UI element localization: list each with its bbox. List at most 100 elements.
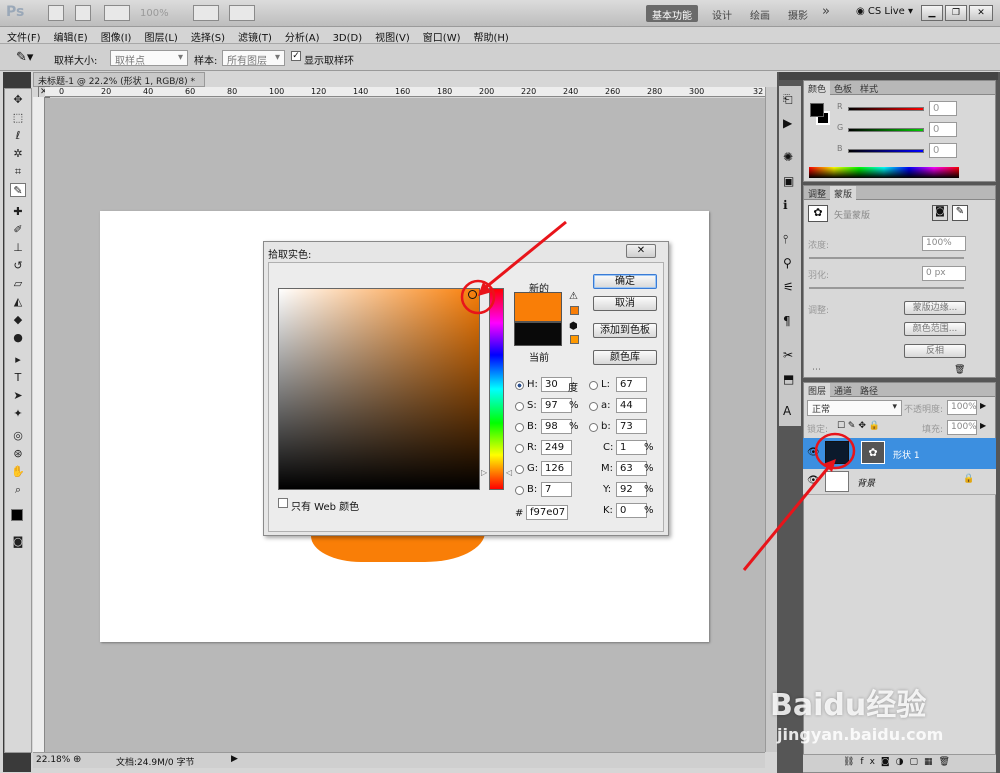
eye-icon[interactable]: 👁 bbox=[807, 447, 820, 458]
menu-filter[interactable]: 滤镜(T) bbox=[231, 27, 278, 44]
lab-l-input[interactable]: 67 bbox=[616, 377, 647, 392]
paragraph-panel-icon[interactable]: ¶ bbox=[783, 314, 791, 328]
hue-radio[interactable] bbox=[515, 381, 524, 390]
green-value[interactable]: 0 bbox=[929, 122, 957, 137]
menu-file[interactable]: 文件(F) bbox=[0, 27, 47, 44]
lab-l-radio[interactable] bbox=[589, 381, 598, 390]
foreground-color-swatch[interactable] bbox=[11, 509, 23, 521]
menu-analysis[interactable]: 分析(A) bbox=[278, 27, 326, 44]
show-ring-checkbox[interactable]: ✓ bbox=[291, 51, 301, 61]
hue-slider-left-arrow[interactable]: ▷ bbox=[481, 468, 487, 477]
lab-b-input[interactable]: 73 bbox=[616, 419, 647, 434]
eyedropper-tool-icon[interactable]: ✎ bbox=[10, 183, 26, 197]
magenta-input[interactable]: 63 bbox=[616, 461, 647, 476]
marquee-tool-icon[interactable]: ⬚ bbox=[10, 111, 26, 125]
lasso-tool-icon[interactable]: ℓ bbox=[10, 129, 26, 143]
hue-slider[interactable] bbox=[489, 288, 504, 490]
color-libraries-button[interactable]: 颜色库 bbox=[593, 350, 657, 365]
document-tab[interactable]: 未标题-1 @ 22.2% (形状 1, RGB/8) * ✕ bbox=[33, 72, 205, 98]
lab-a-radio[interactable] bbox=[589, 402, 598, 411]
tab-color[interactable]: 颜色 bbox=[804, 81, 831, 96]
dialog-close-button[interactable]: ✕ bbox=[626, 244, 656, 258]
lab-a-input[interactable]: 44 bbox=[616, 398, 647, 413]
invert-button[interactable]: 反相 bbox=[904, 344, 966, 358]
status-zoom[interactable]: 22.18% bbox=[36, 755, 70, 765]
paint-bucket-icon[interactable]: ◭ bbox=[10, 295, 26, 309]
fill-value[interactable]: 100% bbox=[947, 420, 977, 435]
direct-select-icon[interactable]: ➤ bbox=[10, 389, 26, 403]
menu-layer[interactable]: 图层(L) bbox=[137, 27, 183, 44]
navigator-panel-icon[interactable]: ▣ bbox=[783, 174, 794, 188]
quick-select-tool-icon[interactable]: ✲ bbox=[10, 147, 26, 161]
green-input[interactable]: 126 bbox=[541, 461, 572, 476]
density-slider[interactable] bbox=[809, 257, 964, 259]
red-slider[interactable] bbox=[848, 107, 924, 111]
color-spectrum-bar[interactable] bbox=[809, 167, 959, 178]
restore-button[interactable]: ❐ bbox=[945, 5, 967, 21]
eyedropper-icon[interactable]: ✎▾ bbox=[16, 50, 33, 65]
3d-panel-icon[interactable]: ✺ bbox=[783, 150, 793, 164]
blue-input[interactable]: 7 bbox=[541, 482, 572, 497]
opacity-arrow[interactable]: ▶ bbox=[980, 401, 986, 410]
layers-panel-footer-icons[interactable]: ⛓fx◙◑▢▦🗑 bbox=[803, 754, 996, 772]
load-selection-icon[interactable]: ⋯ bbox=[812, 365, 821, 375]
crop-tool-icon[interactable]: ⌗ bbox=[10, 165, 26, 179]
sample-select[interactable]: 所有图层 ▾ bbox=[222, 50, 285, 67]
move-tool-icon[interactable]: ✥ bbox=[10, 93, 26, 107]
feather-slider[interactable] bbox=[809, 287, 964, 289]
brushes-panel-icon[interactable]: ⫯ bbox=[783, 232, 788, 247]
menu-3d[interactable]: 3D(D) bbox=[326, 31, 369, 44]
background-layer-name[interactable]: 背景 bbox=[857, 476, 875, 489]
hue-slider-right-arrow[interactable]: ◁ bbox=[506, 468, 512, 477]
minimize-button[interactable]: ▁ bbox=[921, 5, 943, 21]
extras-menu-icon[interactable] bbox=[104, 5, 130, 21]
vertical-scrollbar[interactable] bbox=[765, 87, 777, 752]
layer-comps-icon[interactable]: ⬒ bbox=[783, 372, 794, 386]
blend-mode-select[interactable]: 正常 ▾ bbox=[807, 400, 902, 416]
screen-mode-icon[interactable] bbox=[229, 5, 255, 21]
web-safe-cube-icon[interactable]: ⬢ bbox=[569, 321, 578, 332]
layer-name[interactable]: 形状 1 bbox=[893, 448, 920, 461]
character-panel-icon[interactable]: A bbox=[783, 404, 791, 418]
3d-rotate-icon[interactable]: ◎ bbox=[10, 429, 26, 443]
dodge-tool-icon[interactable]: ● bbox=[10, 331, 26, 345]
brightness-radio[interactable] bbox=[515, 423, 524, 432]
tab-paths[interactable]: 路径 bbox=[856, 383, 882, 398]
zoom-tool-icon[interactable]: ⌕ bbox=[10, 483, 26, 497]
character-tools-icon[interactable]: ✂ bbox=[783, 348, 793, 362]
cs-live-button[interactable]: ◉ CS Live ▾ bbox=[856, 6, 913, 17]
menu-edit[interactable]: 编辑(E) bbox=[47, 27, 94, 44]
eraser-tool-icon[interactable]: ▱ bbox=[10, 277, 26, 291]
vector-mask-button[interactable]: ✎ bbox=[952, 205, 968, 221]
workspace-painting[interactable]: 绘画 bbox=[744, 5, 776, 22]
add-to-swatches-button[interactable]: 添加到色板 bbox=[593, 323, 657, 338]
saturation-input[interactable]: 97 bbox=[541, 398, 572, 413]
menu-window[interactable]: 窗口(W) bbox=[416, 27, 467, 44]
green-radio[interactable] bbox=[515, 465, 524, 474]
black-input[interactable]: 0 bbox=[616, 503, 647, 518]
menu-view[interactable]: 视图(V) bbox=[368, 27, 416, 44]
tool-presets-icon[interactable]: ⚟ bbox=[783, 280, 794, 294]
menu-help[interactable]: 帮助(H) bbox=[467, 27, 515, 44]
gamut-color-chip[interactable] bbox=[570, 306, 579, 315]
blue-radio[interactable] bbox=[515, 486, 524, 495]
green-slider[interactable] bbox=[848, 128, 924, 132]
brightness-input[interactable]: 98 bbox=[541, 419, 572, 434]
workspace-photography[interactable]: 摄影 bbox=[782, 5, 814, 22]
clone-stamp-icon[interactable]: ⊥ bbox=[10, 241, 26, 255]
ok-button[interactable]: 确定 bbox=[593, 274, 657, 289]
clone-source-icon[interactable]: ⚲ bbox=[783, 256, 792, 270]
web-safe-color-chip[interactable] bbox=[570, 335, 579, 344]
density-value[interactable]: 100% bbox=[922, 236, 966, 251]
color-field[interactable] bbox=[278, 288, 480, 490]
delete-mask-icon[interactable]: 🗑 bbox=[954, 365, 965, 375]
brush-tool-icon[interactable]: ✐ bbox=[10, 223, 26, 237]
opacity-value[interactable]: 100% bbox=[947, 400, 977, 415]
tab-channels[interactable]: 通道 bbox=[830, 383, 856, 398]
workspace-design[interactable]: 设计 bbox=[706, 5, 738, 22]
blur-tool-icon[interactable]: ◆ bbox=[10, 313, 26, 327]
type-tool-icon[interactable]: T bbox=[10, 371, 26, 385]
saturation-radio[interactable] bbox=[515, 402, 524, 411]
color-picker-ring[interactable] bbox=[468, 290, 477, 299]
mini-bridge-icon[interactable] bbox=[75, 5, 91, 21]
